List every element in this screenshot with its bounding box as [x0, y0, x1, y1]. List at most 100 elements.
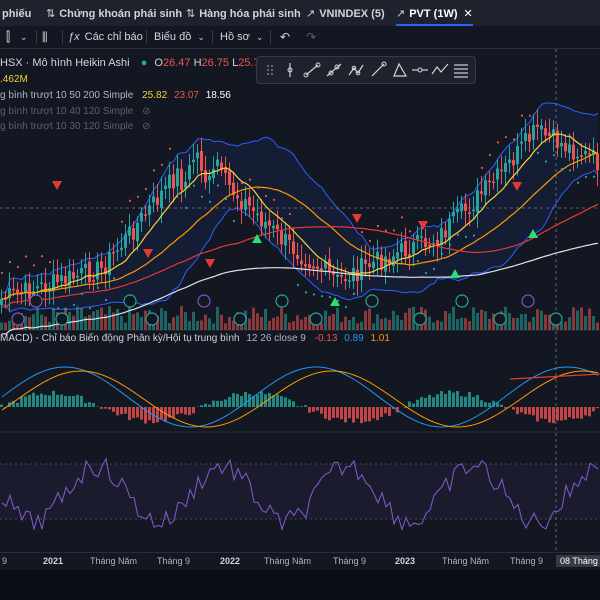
symbol-title[interactable]: HSX · Mô hình Heikin Ashi [0, 57, 130, 69]
candle-body [196, 152, 199, 159]
fib-icon[interactable] [450, 59, 472, 81]
macd-histogram-bar [456, 390, 459, 407]
ma-legend-2[interactable]: g bình trượt 10 40 120 Simple ⊘ [0, 106, 151, 117]
macd-histogram-bar [420, 397, 423, 407]
macd-legend[interactable]: MACD) - Chỉ báo Biến động Phân kỳ/Hội tụ… [0, 333, 390, 344]
time-axis[interactable]: 9 2021 Tháng Năm Tháng 9 2022 Tháng Năm … [0, 552, 600, 571]
indicators-button[interactable]: ƒx Các chỉ báo [68, 26, 143, 48]
macd-histogram-bar [132, 407, 135, 418]
candle-body [116, 250, 119, 252]
undo-icon[interactable]: ↶ [280, 26, 290, 48]
ray-icon[interactable] [323, 59, 345, 81]
chart-menu-button[interactable]: Biểu đồ ⌄ [154, 26, 205, 48]
macd-histogram-bar [300, 406, 303, 407]
sar-dot [448, 243, 452, 246]
hidden-eye-icon[interactable]: ⊘ [142, 121, 150, 132]
volume-bar [160, 308, 163, 330]
volume-bar [452, 306, 455, 330]
redo-icon[interactable]: ↷ [306, 26, 316, 48]
volume-bar [484, 311, 487, 330]
candle-body [136, 222, 139, 242]
volume-bar [204, 314, 207, 330]
close-icon[interactable]: ✕ [464, 8, 473, 20]
ma-legend-1[interactable]: g bình trượt 10 50 200 Simple 25.82 23.0… [0, 90, 231, 101]
macd-histogram-bar [192, 407, 195, 414]
profile-menu-button[interactable]: Hồ sơ ⌄ [220, 26, 263, 48]
candle-body [244, 199, 247, 211]
trend-line-icon[interactable] [301, 59, 323, 81]
macd-histogram-bar [216, 400, 219, 407]
macd-histogram-bar [340, 407, 343, 420]
horizontal-line-icon[interactable] [409, 59, 431, 81]
tab-pvt[interactable]: ↗ PVT (1W) ✕ [396, 0, 473, 26]
tab-vnindex[interactable]: ↗ VNINDEX (5) [306, 0, 385, 26]
triangle-icon[interactable] [389, 59, 411, 81]
vertical-line-icon[interactable] [279, 59, 301, 81]
chart-style-icon[interactable]: ⫿ [6, 26, 10, 48]
candle-body [172, 174, 175, 189]
volume-bar [540, 310, 543, 330]
time-tick-label: Tháng Năm [90, 556, 138, 566]
tab-stocks[interactable]: phiếu [2, 0, 31, 26]
macd-histogram-bar [348, 407, 351, 419]
candle-body [132, 228, 135, 240]
divider [36, 30, 37, 44]
candle-body [228, 170, 231, 186]
macd-histogram-bar [384, 407, 387, 414]
sar-dot [216, 184, 220, 187]
macd-histogram-bar [228, 397, 231, 407]
time-tick-label: Tháng Năm [264, 556, 312, 566]
line-icon[interactable] [367, 59, 389, 81]
macd-histogram-bar [436, 394, 439, 407]
sar-dot [512, 138, 516, 141]
macd-histogram-bar [528, 407, 531, 415]
volume-bar [460, 317, 463, 330]
sar-dot [552, 154, 556, 157]
macd-histogram-bar [408, 401, 411, 407]
ma-legend-3[interactable]: g bình trượt 10 30 120 Simple ⊘ [0, 121, 151, 132]
event-marker-icon [455, 294, 469, 308]
sar-dot [224, 197, 228, 201]
divider [212, 30, 213, 44]
sar-dot [0, 271, 4, 274]
candle-body [308, 264, 311, 268]
chevron-down-icon[interactable]: ⌄ [20, 26, 28, 48]
volume-bar [476, 312, 479, 330]
volume-bar [116, 309, 119, 330]
macd-histogram-bar [360, 407, 363, 424]
candles-icon[interactable]: ⫼ [42, 26, 48, 48]
hidden-eye-icon[interactable]: ⊘ [142, 106, 150, 117]
path-icon[interactable] [345, 59, 367, 81]
volume-bar [588, 308, 591, 330]
candle-body [412, 241, 415, 255]
candle-body [164, 185, 167, 190]
volume-bar [260, 316, 263, 330]
macd-histogram-bar [564, 407, 567, 420]
volume-bar [580, 307, 583, 330]
candle-body [404, 240, 407, 257]
candle-body [184, 181, 187, 188]
macd-histogram-bar [176, 407, 179, 415]
macd-histogram-bar [344, 407, 347, 423]
cursor-date-label: 08 Tháng 1 [556, 555, 600, 567]
macd-histogram-bar [60, 394, 63, 407]
candle-body [428, 244, 431, 247]
volume-bar [564, 321, 567, 330]
candle-body [88, 261, 91, 283]
event-marker-icon [493, 312, 507, 326]
macd-histogram-bar [416, 399, 419, 407]
volume-bar [268, 320, 271, 330]
volume-bar [544, 314, 547, 330]
polyline-icon[interactable] [429, 59, 451, 81]
macd-histogram-bar [68, 396, 71, 407]
tab-commodities[interactable]: ⇅ Hàng hóa phái sinh [186, 0, 301, 26]
tab-derivatives[interactable]: ⇅ Chứng khoán phái sinh [46, 0, 182, 26]
candle-body [176, 168, 179, 187]
volume-bar [68, 311, 71, 330]
volume-bar [360, 321, 363, 330]
sell-signal-icon [352, 214, 362, 223]
macd-histogram-bar [124, 407, 127, 414]
sar-dot [496, 141, 500, 144]
sar-dot [424, 271, 428, 275]
candle-body [400, 243, 403, 253]
